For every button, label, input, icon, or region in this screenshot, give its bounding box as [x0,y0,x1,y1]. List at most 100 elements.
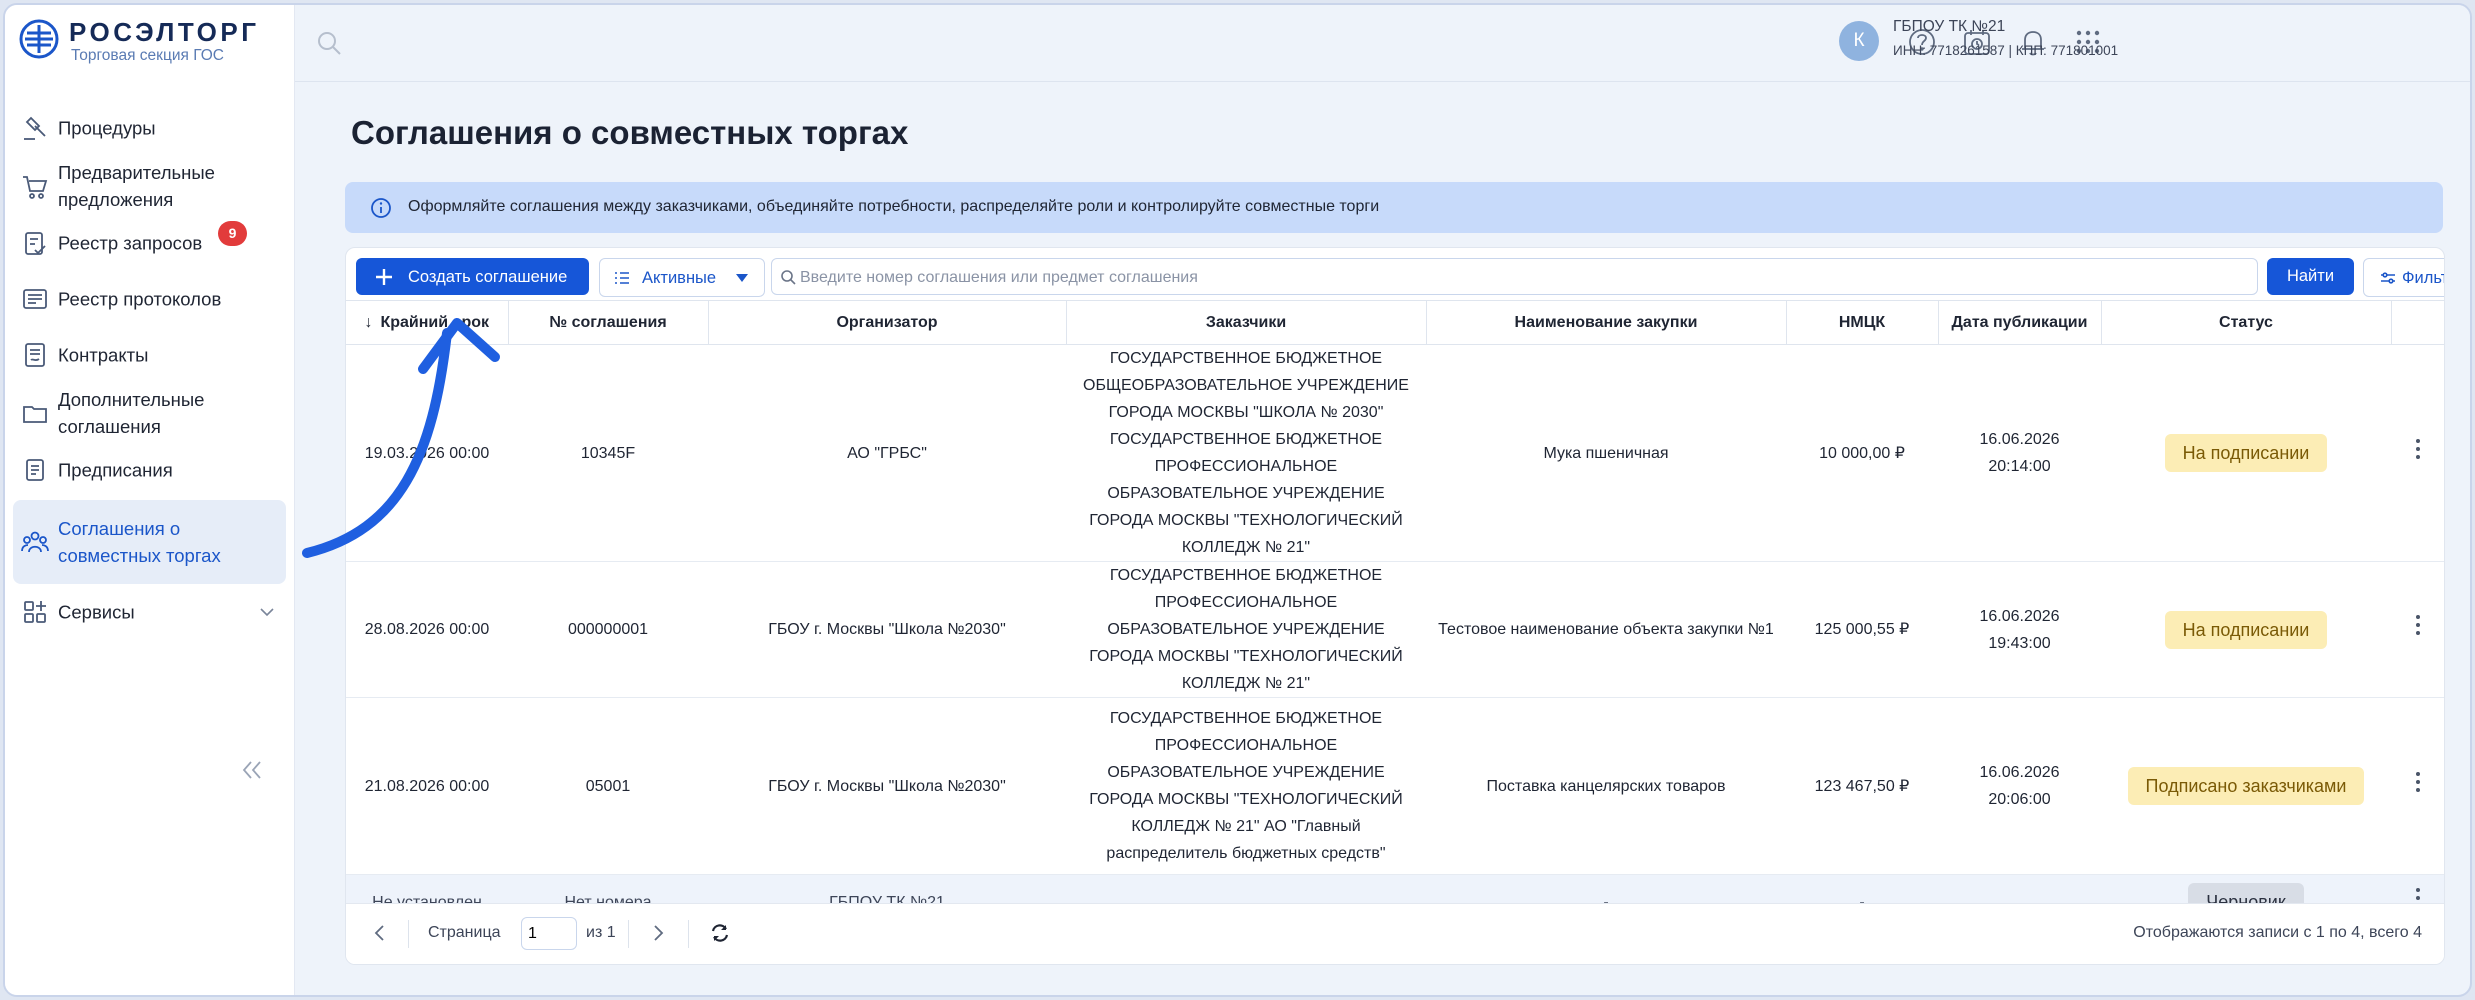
sidebar-item-procedures[interactable]: Процедуры [13,100,286,156]
cell-nmck: 123 467,50 ₽ [1786,697,1938,875]
column-header-status[interactable]: Статус [2101,300,2392,345]
column-header-nmck[interactable]: НМЦК [1786,300,1939,345]
cell-status: Подписано заказчиками [2101,697,2391,875]
user-org-details: ИНН: 7718261587 | КПП: 771801001 [1893,43,2119,58]
cell-deadline: 19.03.2026 00:00 [346,344,508,562]
cell-status: На подписании [2101,561,2391,698]
publication-date: 16.06.2026 [1979,431,2060,448]
sidebar: РОСЭЛТОРГ Торговая секция ГОС Процедуры … [5,5,295,995]
cell-purchase-name: Поставка канцелярских товаров [1426,697,1786,875]
more-vertical-icon[interactable] [2414,614,2422,636]
column-header-deadline[interactable]: ↓ Крайний срок [346,300,509,345]
sidebar-item-services[interactable]: Сервисы [13,584,286,640]
sort-arrow-down-icon[interactable]: ↓ [364,314,372,332]
page-number-input[interactable] [521,917,577,950]
double-chevron-left-icon[interactable] [237,757,267,783]
page-label: Страница [428,924,501,941]
cell-status: На подписании [2101,344,2391,562]
cell-organizer: ГБОУ г. Москвы "Школа №2030" [708,697,1066,875]
find-button[interactable]: Найти [2267,258,2354,295]
status-filter-select[interactable]: Активные [599,258,765,297]
caret-down-icon [736,274,748,282]
filter-button[interactable]: Фильтр [2363,258,2444,297]
sidebar-item-additional-agreements[interactable]: Дополнительные соглашения [13,383,286,442]
sidebar-item-prescriptions[interactable]: Предписания [13,442,286,498]
cell-customers: ГОСУДАРСТВЕННОЕ БЮДЖЕТНОЕ ОБЩЕОБРАЗОВАТЕ… [1066,344,1426,562]
list-icon [615,272,629,284]
more-vertical-icon[interactable] [2414,438,2422,460]
info-banner: Оформляйте соглашения между заказчиками,… [345,182,2443,233]
cell-organizer: АО "ГРБС" [708,344,1066,562]
filter-label: Фильтр [2402,269,2444,287]
cell-organizer: ГБОУ г. Москвы "Школа №2030" [708,561,1066,698]
sidebar-item-contracts[interactable]: Контракты [13,327,286,383]
brand-logo-icon [19,19,59,59]
app-window: РОСЭЛТОРГ Торговая секция ГОС Процедуры … [3,3,2472,997]
create-agreement-button[interactable]: Создать соглашение [356,258,589,295]
pagination: Страница из 1 Отображаются записи с 1 по… [346,903,2444,964]
cell-nmck: 10 000,00 ₽ [1786,344,1938,562]
sidebar-item-label: Предписания [58,459,173,481]
sidebar-item-label: Процедуры [58,117,156,139]
create-agreement-label: Создать соглашение [408,268,568,286]
column-header-number[interactable]: № соглашения [508,300,709,345]
sidebar-item-protocol-registry[interactable]: Реестр протоколов [13,271,286,327]
document-icon [26,459,44,481]
sidebar-item-preliminary-offers[interactable]: Предварительные предложения [13,156,286,215]
table-row[interactable]: 19.03.2026 00:00 10345F АО "ГРБС" ГОСУДА… [346,344,2444,562]
table-row[interactable]: 21.08.2026 00:00 05001 ГБОУ г. Москвы "Ш… [346,697,2444,875]
more-vertical-icon[interactable] [2414,771,2422,793]
status-badge: Подписано заказчиками [2127,767,2365,805]
avatar[interactable]: К [1839,21,1879,61]
sidebar-item-label: Соглашения о совместных торгах [58,518,221,566]
search-input[interactable] [798,259,2242,296]
search-icon [781,270,796,285]
cell-nmck: 125 000,55 ₽ [1786,561,1938,698]
agreements-card: Создать соглашение Активные Найти Фильтр [345,247,2445,965]
publication-time: 20:06:00 [1988,791,2051,808]
sidebar-item-label: Дополнительные соглашения [58,388,205,437]
user-org-name: ГБПОУ ТК №21 [1893,18,2006,35]
toolbar: Создать соглашение Активные Найти Фильтр [346,248,2444,300]
cell-number: 05001 [508,697,708,875]
column-header-organizer[interactable]: Организатор [708,300,1067,345]
chevron-left-icon[interactable] [368,921,392,945]
agreements-table: ↓ Крайний срок № соглашения Организатор З… [346,300,2444,930]
brand-subtitle: Торговая секция ГОС [71,47,224,64]
status-badge: На подписании [2164,610,2328,649]
publication-date: 16.06.2026 [1979,607,2060,625]
cell-publication-date: 16.06.2026 20:14:00 [1938,344,2101,562]
refresh-icon[interactable] [708,921,732,945]
contract-icon [25,343,45,367]
cell-customers: ГОСУДАРСТВЕННОЕ БЮДЖЕТНОЕ ПРОФЕССИОНАЛЬН… [1066,561,1426,698]
sidebar-item-label: Реестр запросов [58,232,203,254]
cell-publication-date: 16.06.2026 20:06:00 [1938,697,2101,875]
info-text: Оформляйте соглашения между заказчиками,… [408,198,1380,215]
publication-date: 16.06.2026 [1979,764,2060,781]
search-icon[interactable] [315,29,343,57]
chevron-right-icon[interactable] [646,921,670,945]
sidebar-item-label: Контракты [58,344,149,366]
column-header-purchase-name[interactable]: Наименование закупки [1426,300,1787,345]
table-header-row: ↓ Крайний срок № соглашения Организатор З… [346,300,2444,345]
cell-purchase-name: Тестовое наименование объекта закупки №1 [1426,561,1786,698]
sidebar-item-request-registry[interactable]: Реестр запросов 9 [13,215,286,271]
cell-publication-date: 16.06.2026 19:43:00 [1938,561,2101,698]
publication-time: 19:43:00 [1988,634,2051,652]
cell-customers: ГОСУДАРСТВЕННОЕ БЮДЖЕТНОЕ ПРОФЕССИОНАЛЬН… [1066,697,1426,875]
cell-deadline: 28.08.2026 00:00 [346,561,508,698]
cell-deadline: 21.08.2026 00:00 [346,697,508,875]
status-badge: На подписании [2164,434,2328,472]
pager-divider [408,920,409,948]
people-group-icon [21,531,49,553]
info-icon [371,198,391,218]
table-row[interactable]: 28.08.2026 00:00 000000001 ГБОУ г. Москв… [346,561,2444,698]
filter-sliders-icon [2381,272,2395,284]
sidebar-item-joint-trading-agreements[interactable]: Соглашения о совместных торгах [13,500,286,584]
cart-icon [23,175,48,199]
sidebar-nav: Процедуры Предварительные предложения Ре… [5,100,294,640]
column-header-customers[interactable]: Заказчики [1066,300,1427,345]
column-header-publication-date[interactable]: Дата публикации [1938,300,2102,345]
notification-badge: 9 [218,221,247,246]
page-total-label: из 1 [586,924,616,941]
